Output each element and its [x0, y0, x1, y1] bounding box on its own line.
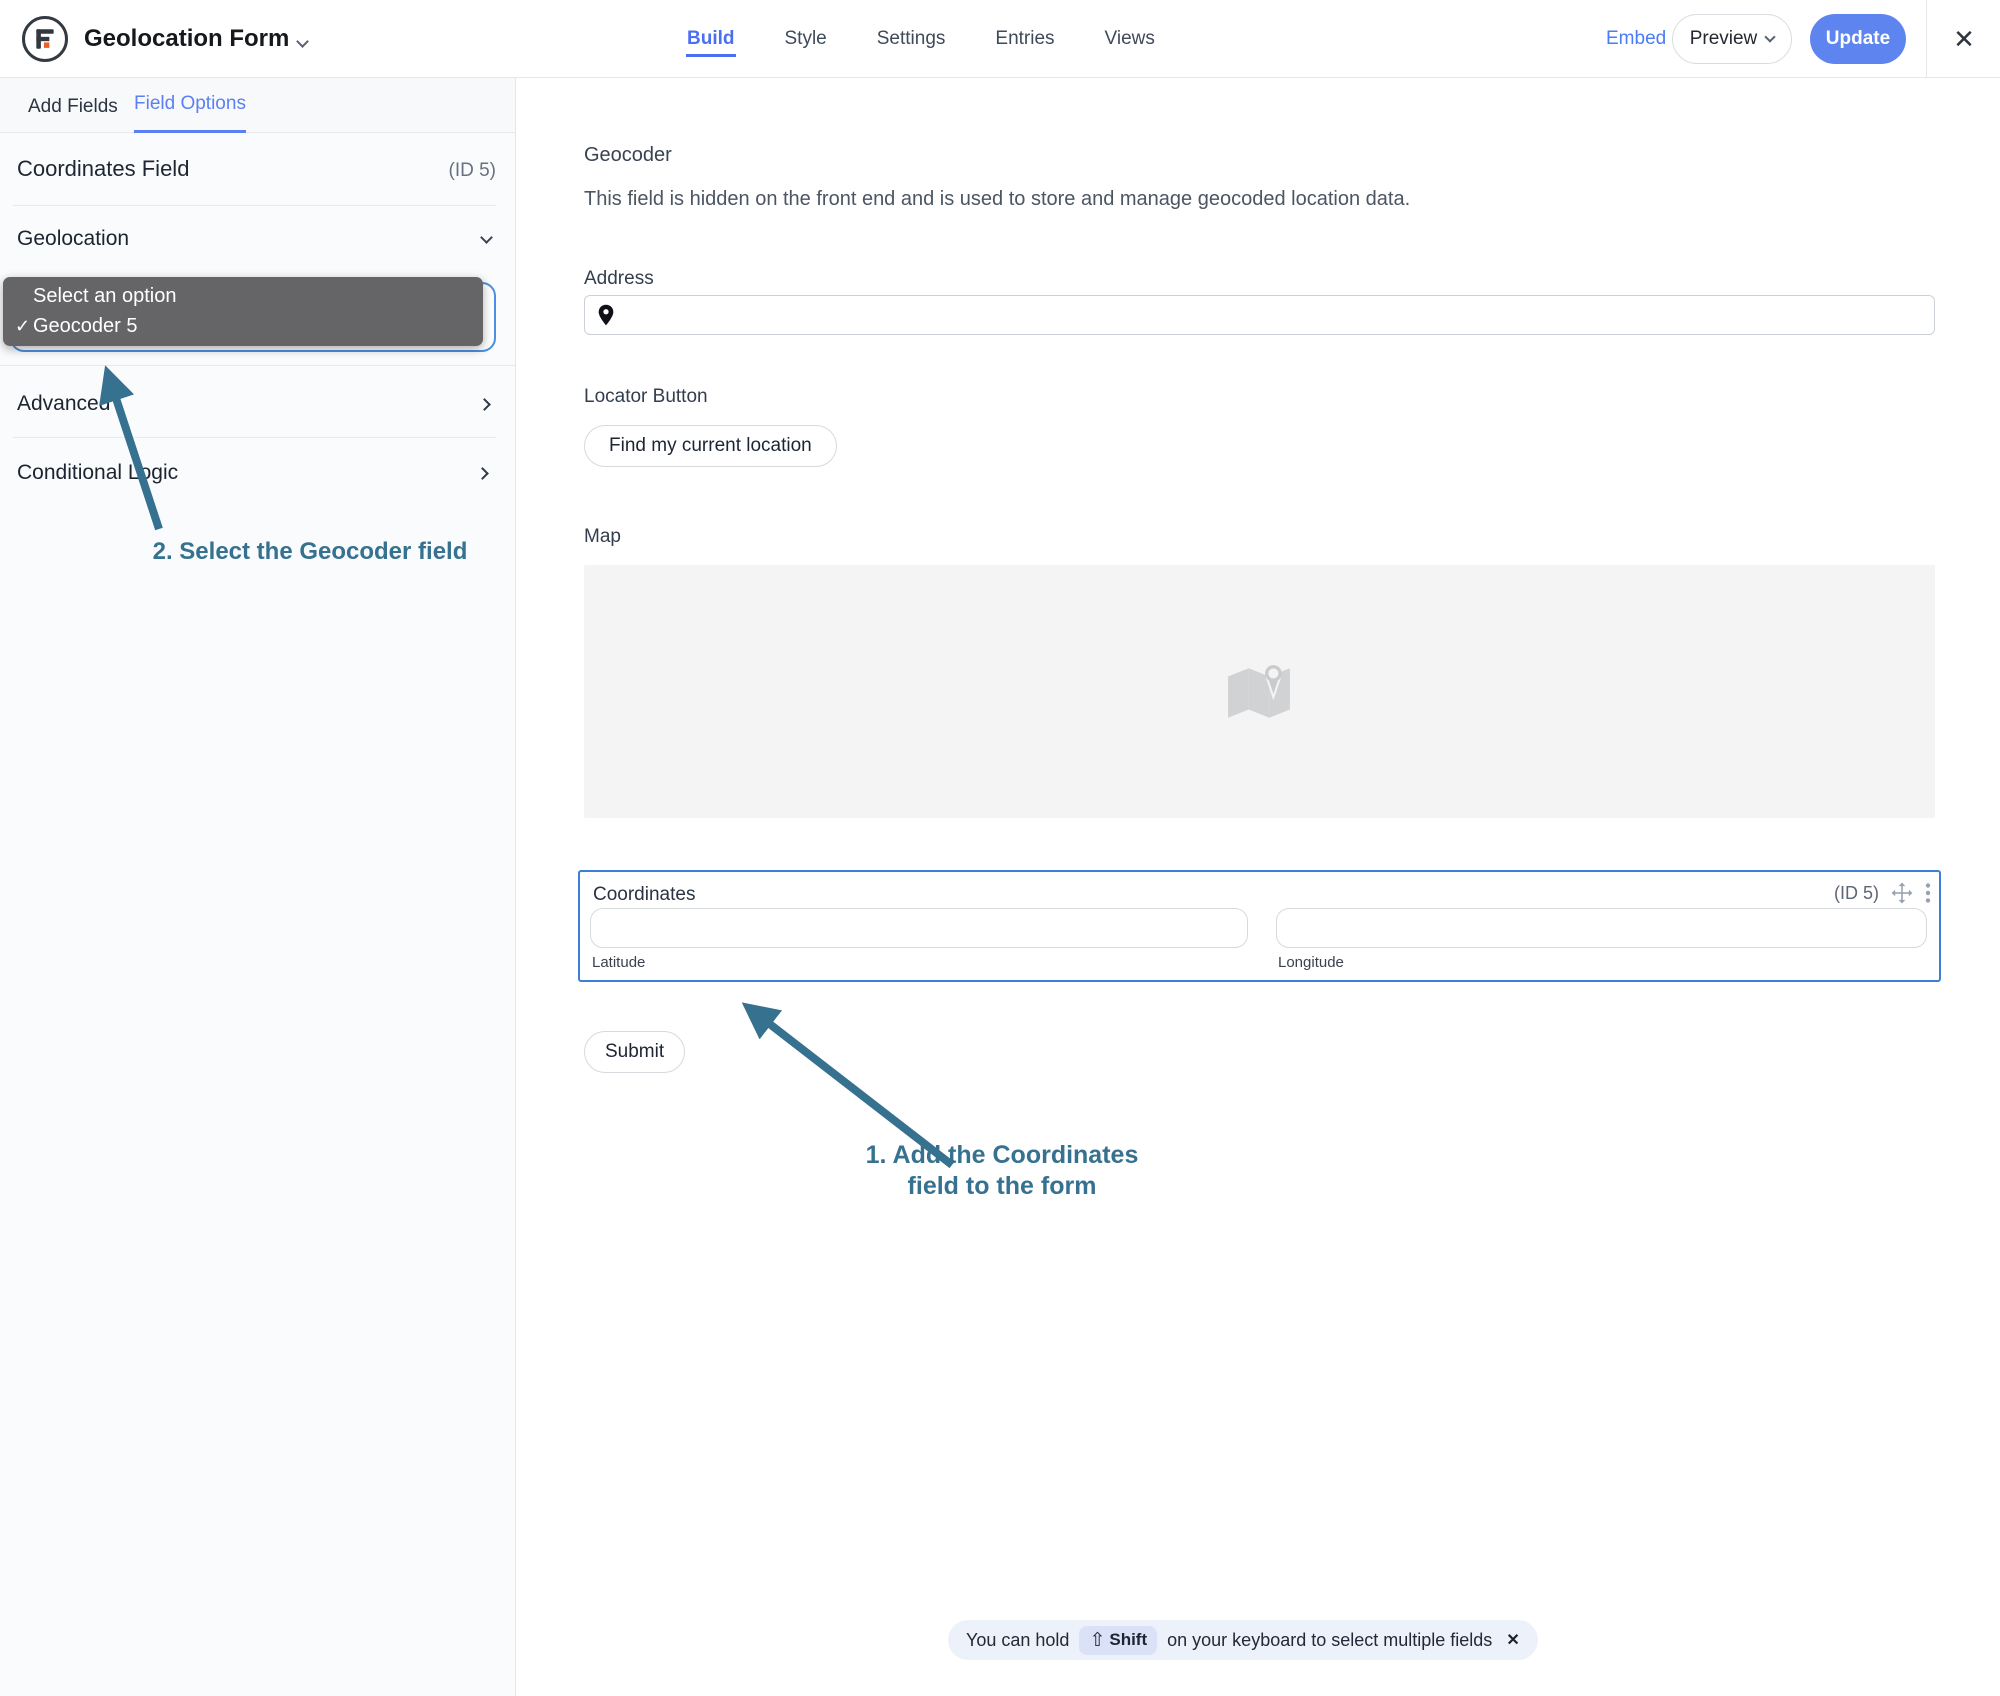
section-advanced[interactable]: Advanced — [17, 386, 491, 422]
map-placeholder — [584, 565, 1935, 818]
field-options-sidebar: Add Fields Field Options Coordinates Fie… — [0, 78, 516, 1696]
formidable-f-glyph — [36, 29, 54, 49]
header-divider — [1926, 0, 1927, 78]
section-geolocation-label: Geolocation — [17, 227, 130, 250]
annotation-step1-line2: field to the form — [907, 1172, 1097, 1200]
section-geolocation[interactable]: Geolocation — [17, 221, 493, 257]
geocoder-field-description: This field is hidden on the front end an… — [584, 188, 1411, 210]
shift-icon: ⇧ — [1089, 1629, 1106, 1651]
preview-button[interactable]: Preview — [1672, 14, 1792, 64]
chevron-right-icon — [478, 397, 491, 411]
section-conditional-logic[interactable]: Conditional Logic — [17, 455, 489, 491]
submit-button[interactable]: Submit — [584, 1031, 686, 1073]
form-canvas: Geocoder This field is hidden on the fro… — [516, 78, 2000, 1696]
tab-entries[interactable]: Entries — [994, 22, 1055, 57]
section-conditional-logic-label: Conditional Logic — [17, 461, 179, 484]
coordinates-field-card[interactable]: Coordinates (ID 5) Latitude Longitude — [578, 870, 1941, 982]
address-input[interactable] — [584, 295, 1935, 335]
tab-style[interactable]: Style — [784, 22, 828, 57]
update-button[interactable]: Update — [1810, 14, 1906, 64]
coordinates-label: Coordinates — [593, 884, 696, 905]
embed-link[interactable]: Embed — [1606, 0, 1666, 78]
move-icon[interactable] — [1891, 882, 1913, 904]
longitude-label: Longitude — [1278, 954, 1344, 971]
selected-field-title: Coordinates Field — [17, 156, 190, 181]
map-icon — [1227, 664, 1290, 718]
divider — [0, 365, 515, 366]
formidable-logo-icon[interactable] — [22, 16, 68, 62]
main-nav-tabs: Build Style Settings Entries Views — [686, 0, 1156, 78]
map-pin-icon — [597, 304, 615, 331]
dropdown-option-label: Geocoder 5 — [33, 315, 138, 337]
tab-views[interactable]: Views — [1104, 22, 1156, 57]
chevron-right-icon — [476, 466, 489, 480]
longitude-input[interactable] — [1276, 908, 1927, 948]
dropdown-option-select-an-option[interactable]: Select an option — [3, 281, 483, 311]
selected-field-header: Coordinates Field (ID 5) — [17, 156, 496, 182]
annotation-step1-line1: 1. Add the Coordinates — [865, 1141, 1139, 1169]
form-builder-app: Geolocation Form Build Style Settings En… — [0, 0, 2000, 1696]
kebab-menu-icon[interactable] — [1925, 882, 1931, 904]
address-field — [584, 295, 1935, 335]
shift-select-toast: You can hold ⇧ Shift on your keyboard to… — [948, 1620, 1538, 1660]
sidebar-tab-add-fields[interactable]: Add Fields — [28, 78, 118, 133]
preview-button-label: Preview — [1689, 28, 1758, 49]
sidebar-tabs: Add Fields Field Options — [0, 78, 515, 133]
find-location-button[interactable]: Find my current location — [584, 425, 837, 467]
map-label: Map — [584, 526, 621, 547]
toast-text-pre: You can hold — [966, 1629, 1070, 1650]
divider — [13, 205, 496, 206]
form-title-chevron-icon[interactable] — [296, 33, 309, 51]
divider — [13, 437, 496, 438]
app-header: Geolocation Form Build Style Settings En… — [0, 0, 2000, 78]
annotation-step1: 1. Add the Coordinates field to the form — [802, 1140, 1202, 1202]
close-icon: ✕ — [1953, 23, 1975, 54]
dropdown-option-geocoder-5[interactable]: ✓ Geocoder 5 — [3, 311, 483, 341]
form-title: Geolocation Form — [84, 25, 290, 52]
chevron-down-icon — [480, 230, 493, 244]
latitude-input[interactable] — [590, 908, 1248, 948]
shift-key-label: Shift — [1109, 1630, 1148, 1649]
chevron-down-icon — [1764, 31, 1776, 43]
section-advanced-label: Advanced — [17, 392, 111, 415]
annotation-step2: 2. Select the Geocoder field — [152, 538, 468, 565]
latitude-label: Latitude — [592, 954, 646, 971]
toast-text-post: on your keyboard to select multiple fiel… — [1167, 1629, 1493, 1650]
shift-key-badge: ⇧ Shift — [1079, 1625, 1158, 1655]
coordinates-field-tools: (ID 5) — [1834, 882, 1931, 904]
geocoder-field-label: Geocoder — [584, 144, 672, 166]
address-label: Address — [584, 268, 654, 289]
coordinates-id-badge: (ID 5) — [1834, 882, 1879, 903]
selected-field-id-badge: (ID 5) — [448, 160, 497, 181]
check-icon: ✓ — [15, 316, 31, 336]
locator-button-label: Locator Button — [584, 386, 708, 407]
sidebar-tab-field-options[interactable]: Field Options — [134, 78, 246, 133]
tab-build[interactable]: Build — [686, 22, 736, 57]
close-builder-button[interactable]: ✕ — [1940, 0, 1988, 78]
toast-close-icon[interactable]: ✕ — [1506, 1630, 1519, 1650]
geocoder-select-dropdown-menu: Select an option ✓ Geocoder 5 — [3, 277, 483, 346]
tab-settings[interactable]: Settings — [876, 22, 947, 57]
